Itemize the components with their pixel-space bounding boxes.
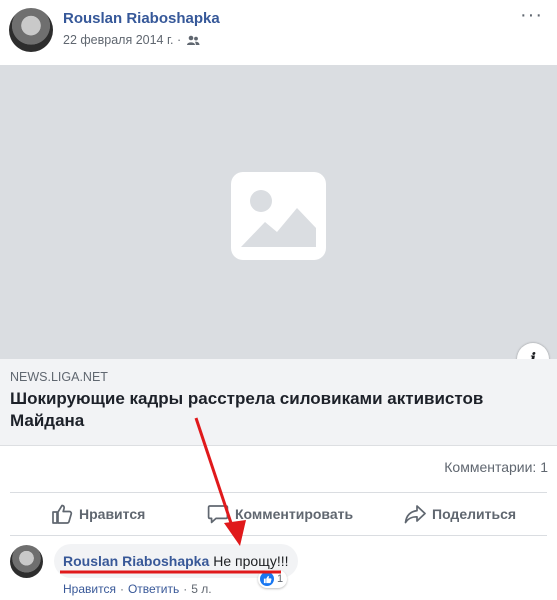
comment-like-link[interactable]: Нравится (63, 582, 116, 596)
comment-icon (207, 505, 229, 524)
thumbs-up-icon (52, 504, 73, 524)
friends-icon (187, 35, 200, 45)
share-arrow-icon (404, 505, 426, 524)
separator: · (119, 582, 124, 596)
author-avatar[interactable] (9, 8, 53, 52)
post-header: Rouslan Riaboshapka 22 февраля 2014 г. ·… (0, 0, 557, 64)
like-button[interactable]: Нравится (51, 494, 145, 534)
post-meta: 22 февраля 2014 г. · (63, 33, 200, 47)
comment-actions: Нравится · Ответить · 5 л. (63, 582, 212, 596)
comment-text: Не прощу!!! (213, 553, 289, 569)
post-author-name[interactable]: Rouslan Riaboshapka (63, 10, 220, 27)
link-title[interactable]: Шокирующие кадры расстрела силовиками ак… (10, 388, 510, 432)
post-date[interactable]: 22 февраля 2014 г. · (63, 33, 181, 47)
comment: Rouslan Riaboshapka Не прощу!!! 1 Нравит… (0, 540, 557, 600)
like-reaction-icon (260, 572, 274, 586)
divider (10, 535, 547, 536)
divider (10, 492, 547, 493)
link-domain: NEWS.LIGA.NET (10, 370, 108, 384)
separator: · (183, 582, 188, 596)
action-row: Нравится Комментировать Поделиться (0, 494, 557, 534)
comment-age[interactable]: 5 л. (191, 582, 211, 596)
comment-button[interactable]: Комментировать (207, 494, 353, 534)
share-button[interactable]: Поделиться (404, 494, 516, 534)
comment-reply-link[interactable]: Ответить (128, 582, 179, 596)
comments-count[interactable]: Комментарии: 1 (444, 459, 548, 475)
comment-author[interactable]: Rouslan Riaboshapka (63, 553, 209, 569)
comment-label: Комментировать (235, 506, 354, 522)
reaction-count: 1 (277, 573, 284, 585)
image-placeholder-icon (231, 172, 326, 260)
commenter-avatar[interactable] (10, 545, 43, 578)
link-card[interactable]: NEWS.LIGA.NET Шокирующие кадры расстрела… (0, 359, 557, 446)
more-dots-icon[interactable]: ··· (520, 4, 543, 27)
share-label: Поделиться (432, 506, 517, 522)
like-label: Нравится (79, 506, 146, 522)
comment-reactions[interactable]: 1 (258, 570, 288, 588)
